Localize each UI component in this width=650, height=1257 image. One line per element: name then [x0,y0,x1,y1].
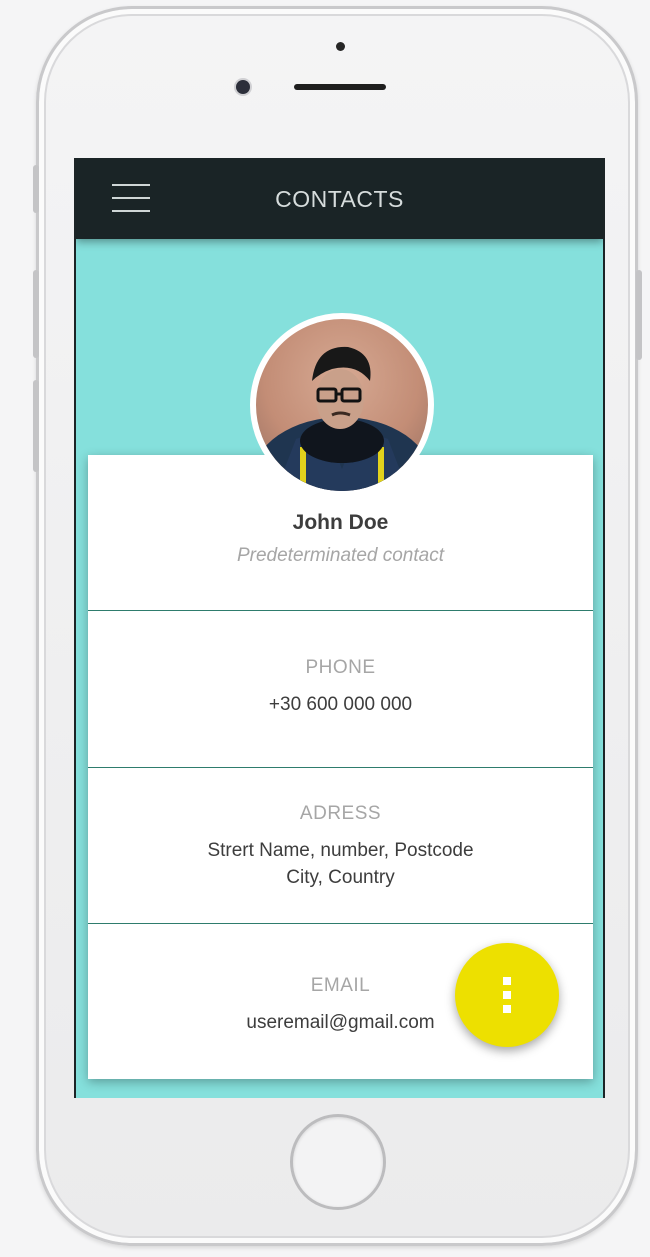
divider [88,767,593,768]
phone-label: PHONE [305,657,376,678]
silent-switch [33,165,39,213]
avatar-photo [256,346,428,491]
app-title: CONTACTS [275,186,404,212]
power-button [636,270,642,360]
address-label: ADRESS [299,803,382,824]
contact-subtitle: Predeterminated contact [236,545,444,566]
phone-value[interactable]: +30 600 000 000 [88,691,593,718]
divider [88,610,593,611]
app-bar: CONTACTS [76,158,603,239]
phone-section[interactable]: PHONE +30 600 000 000 [88,657,593,718]
camera-dot [336,42,345,51]
avatar [250,313,434,497]
divider [88,923,593,924]
address-value[interactable]: Strert Name, number, Postcode City, Coun… [88,837,593,891]
volume-down-button [33,380,39,472]
earpiece-speaker [294,84,386,90]
more-options-button[interactable] [455,943,559,1047]
address-line-1: Strert Name, number, Postcode [207,840,474,861]
volume-up-button [33,270,39,358]
profile-section: John Doe Predeterminated contact [88,511,593,567]
address-section[interactable]: ADRESS Strert Name, number, Postcode Cit… [88,803,593,891]
home-button[interactable] [290,1114,386,1210]
address-line-2: City, Country [286,867,395,888]
front-camera [236,80,250,94]
contact-name: John Doe [292,511,389,534]
